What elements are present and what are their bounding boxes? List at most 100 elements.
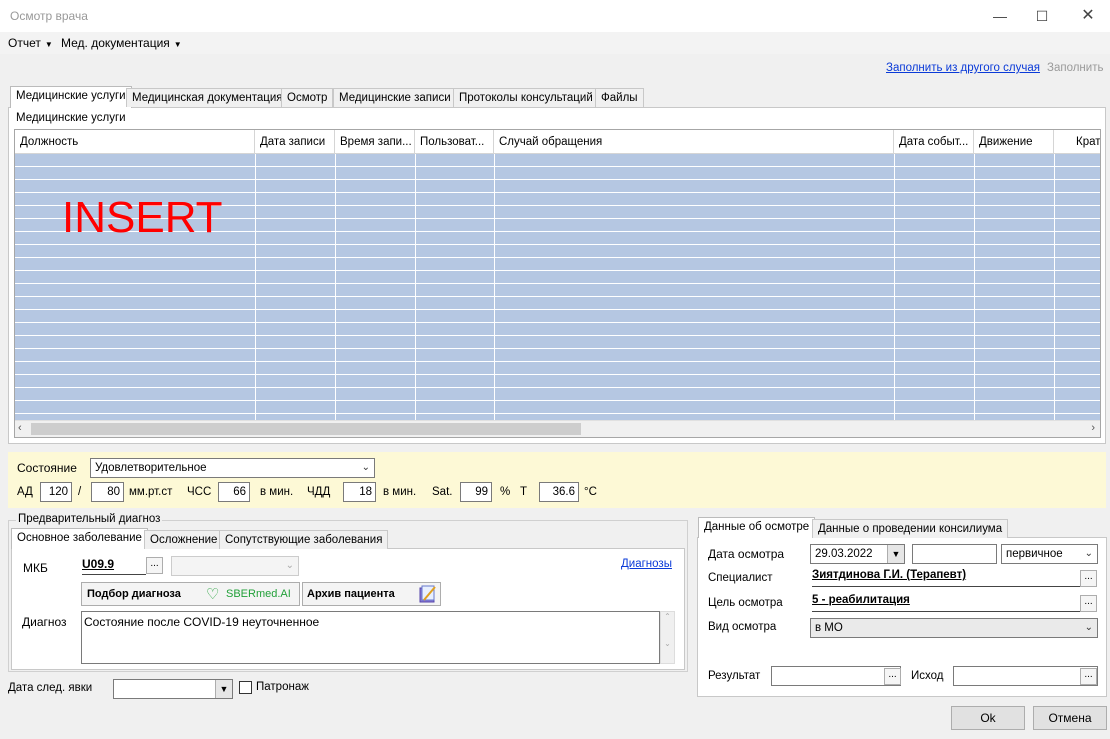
scroll-right-icon[interactable]: › [1091,422,1095,434]
temp-input[interactable]: 36.6 [539,482,579,502]
tab-complication[interactable]: Осложнение [144,530,224,549]
chevron-down-icon: ▼ [173,40,182,49]
maximize-icon[interactable]: ☐ [1030,6,1054,26]
menu-report[interactable]: Отчет ▼ [8,36,53,50]
chevron-down-icon: ⌄ [285,560,294,571]
grid-divider [494,154,495,421]
close-icon[interactable]: ✕ [1076,6,1100,26]
patronage-label: Патронаж [256,681,309,693]
column-header[interactable]: Должность [15,130,255,154]
tab-medical-services[interactable]: Медицинские услуги [10,86,132,108]
heart-icon: ♡ [206,586,220,603]
tab-files[interactable]: Файлы [595,88,644,107]
state-value: Удовлетворительное [95,462,207,474]
sbermed-logo: SBERmed.AI [226,588,291,600]
result-label: Результат [708,670,761,682]
tab-main-disease[interactable]: Основное заболевание [11,528,148,549]
rr-label: ЧДД [307,486,331,498]
column-header[interactable]: Дата записи [255,130,335,154]
minimize-icon[interactable]: — [988,6,1012,26]
fill-from-other-link[interactable]: Заполнить из другого случая [886,62,1040,74]
grid-divider [974,154,975,421]
goal-label: Цель осмотра [708,597,783,609]
chevron-down-icon: ⌄ [361,462,370,473]
column-header[interactable]: Дата событ... [894,130,974,154]
services-label: Медицинские услуги [16,112,126,124]
tab-consultation-protocols[interactable]: Протоколы консультаций [453,88,599,107]
column-header[interactable]: Пользоват... [415,130,494,154]
exam-kind-label: Вид осмотра [708,621,777,633]
mkb-picker-button[interactable]: ... [146,557,163,574]
grid-divider [894,154,895,421]
services-grid[interactable]: Должность Дата записи Время запи... Поль… [14,129,1101,438]
tab-comorbidities[interactable]: Сопутствующие заболевания [219,530,389,549]
chevron-down-icon: ⌄ [1084,622,1093,633]
tab-examination[interactable]: Осмотр [281,88,334,107]
state-select[interactable]: Удовлетворительное ⌄ [90,458,375,478]
bp-diastolic-input[interactable]: 80 [91,482,124,502]
sat-input[interactable]: 99 [460,482,492,502]
insert-overlay-text: INSERT [62,193,223,242]
grid-header: Должность Дата записи Время запи... Поль… [15,130,1100,154]
column-header[interactable]: Случай обращения [494,130,894,154]
specialist-picker-button[interactable]: ... [1080,570,1097,587]
goal-picker-button[interactable]: ... [1080,595,1097,612]
title-bar [0,0,1110,32]
goal-input[interactable]: 5 - реабилитация [812,594,1080,612]
exam-kind-select[interactable]: в МО ⌄ [810,618,1098,638]
ok-button[interactable]: Ok [951,706,1025,730]
pick-diagnosis-button[interactable]: Подбор диагноза ♡ SBERmed.AI [81,582,300,606]
tab-exam-data[interactable]: Данные об осмотре [698,517,816,538]
specialist-input[interactable]: Зиятдинова Г.И. (Терапевт) [812,569,1080,587]
bp-separator: / [78,486,82,498]
bp-label: АД [17,486,33,498]
exam-kind-value: в МО [815,622,843,634]
diagnosis-textarea[interactable]: Состояние после COVID-19 неуточненное [81,611,660,664]
textarea-scrollbar[interactable]: ⌃ ⌄ [660,611,675,664]
exam-date-label: Дата осмотра [708,547,785,561]
scrollbar-thumb[interactable] [31,423,581,435]
patient-archive-button[interactable]: Архив пациента [302,582,441,606]
column-header[interactable]: Время запи... [335,130,415,154]
sat-unit: % [500,486,511,498]
bp-systolic-input[interactable]: 120 [40,482,72,502]
menu-meddocs[interactable]: Мед. документация ▼ [61,36,182,50]
exam-type-value: первичное [1006,548,1063,560]
cancel-button[interactable]: Отмена [1033,706,1107,730]
temp-unit: °C [584,486,597,498]
exam-time-input[interactable] [912,544,997,564]
outcome-input[interactable] [953,666,1098,686]
chevron-down-icon[interactable]: ▼ [887,545,904,563]
state-label: Состояние [17,461,77,475]
mkb-select[interactable]: ⌄ [171,556,299,576]
rr-input[interactable]: 18 [343,482,376,502]
outcome-label: Исход [911,670,944,682]
scroll-left-icon[interactable]: ‹ [18,422,22,434]
window-title: Осмотр врача [10,9,88,23]
temp-label: T [520,486,528,498]
chevron-down-icon[interactable]: ▼ [215,680,232,698]
hr-label: ЧСС [187,486,212,498]
mkb-label: МКБ [23,561,48,575]
diagnosis-group-title: Предварительный диагноз [16,513,163,525]
grid-divider [1054,154,1055,421]
pick-diagnosis-label: Подбор диагноза [87,588,181,600]
outcome-picker-button[interactable]: ... [1080,668,1097,685]
tab-consilium-data[interactable]: Данные о проведении консилиума [812,519,1009,538]
hr-input[interactable]: 66 [218,482,250,502]
tab-medical-documentation[interactable]: Медицинская документация [126,88,289,107]
tab-medical-records[interactable]: Медицинские записи [333,88,457,107]
horizontal-scrollbar[interactable]: ‹ › [15,420,1100,437]
fill-link[interactable]: Заполнить [1047,62,1103,74]
result-picker-button[interactable]: ... [884,668,901,685]
chevron-down-icon: ▼ [44,40,53,49]
diagnoses-link[interactable]: Диагнозы [621,558,672,570]
patronage-checkbox[interactable] [239,681,252,694]
column-header[interactable]: Кратк [1054,130,1100,154]
column-header[interactable]: Движение [974,130,1054,154]
exam-type-select[interactable]: первичное ⌄ [1001,544,1098,564]
result-input[interactable] [771,666,901,686]
next-visit-date[interactable]: ▼ [113,679,233,699]
mkb-input[interactable]: U09.9 [82,557,146,575]
exam-date-picker[interactable]: 29.03.2022 ▼ [810,544,905,564]
